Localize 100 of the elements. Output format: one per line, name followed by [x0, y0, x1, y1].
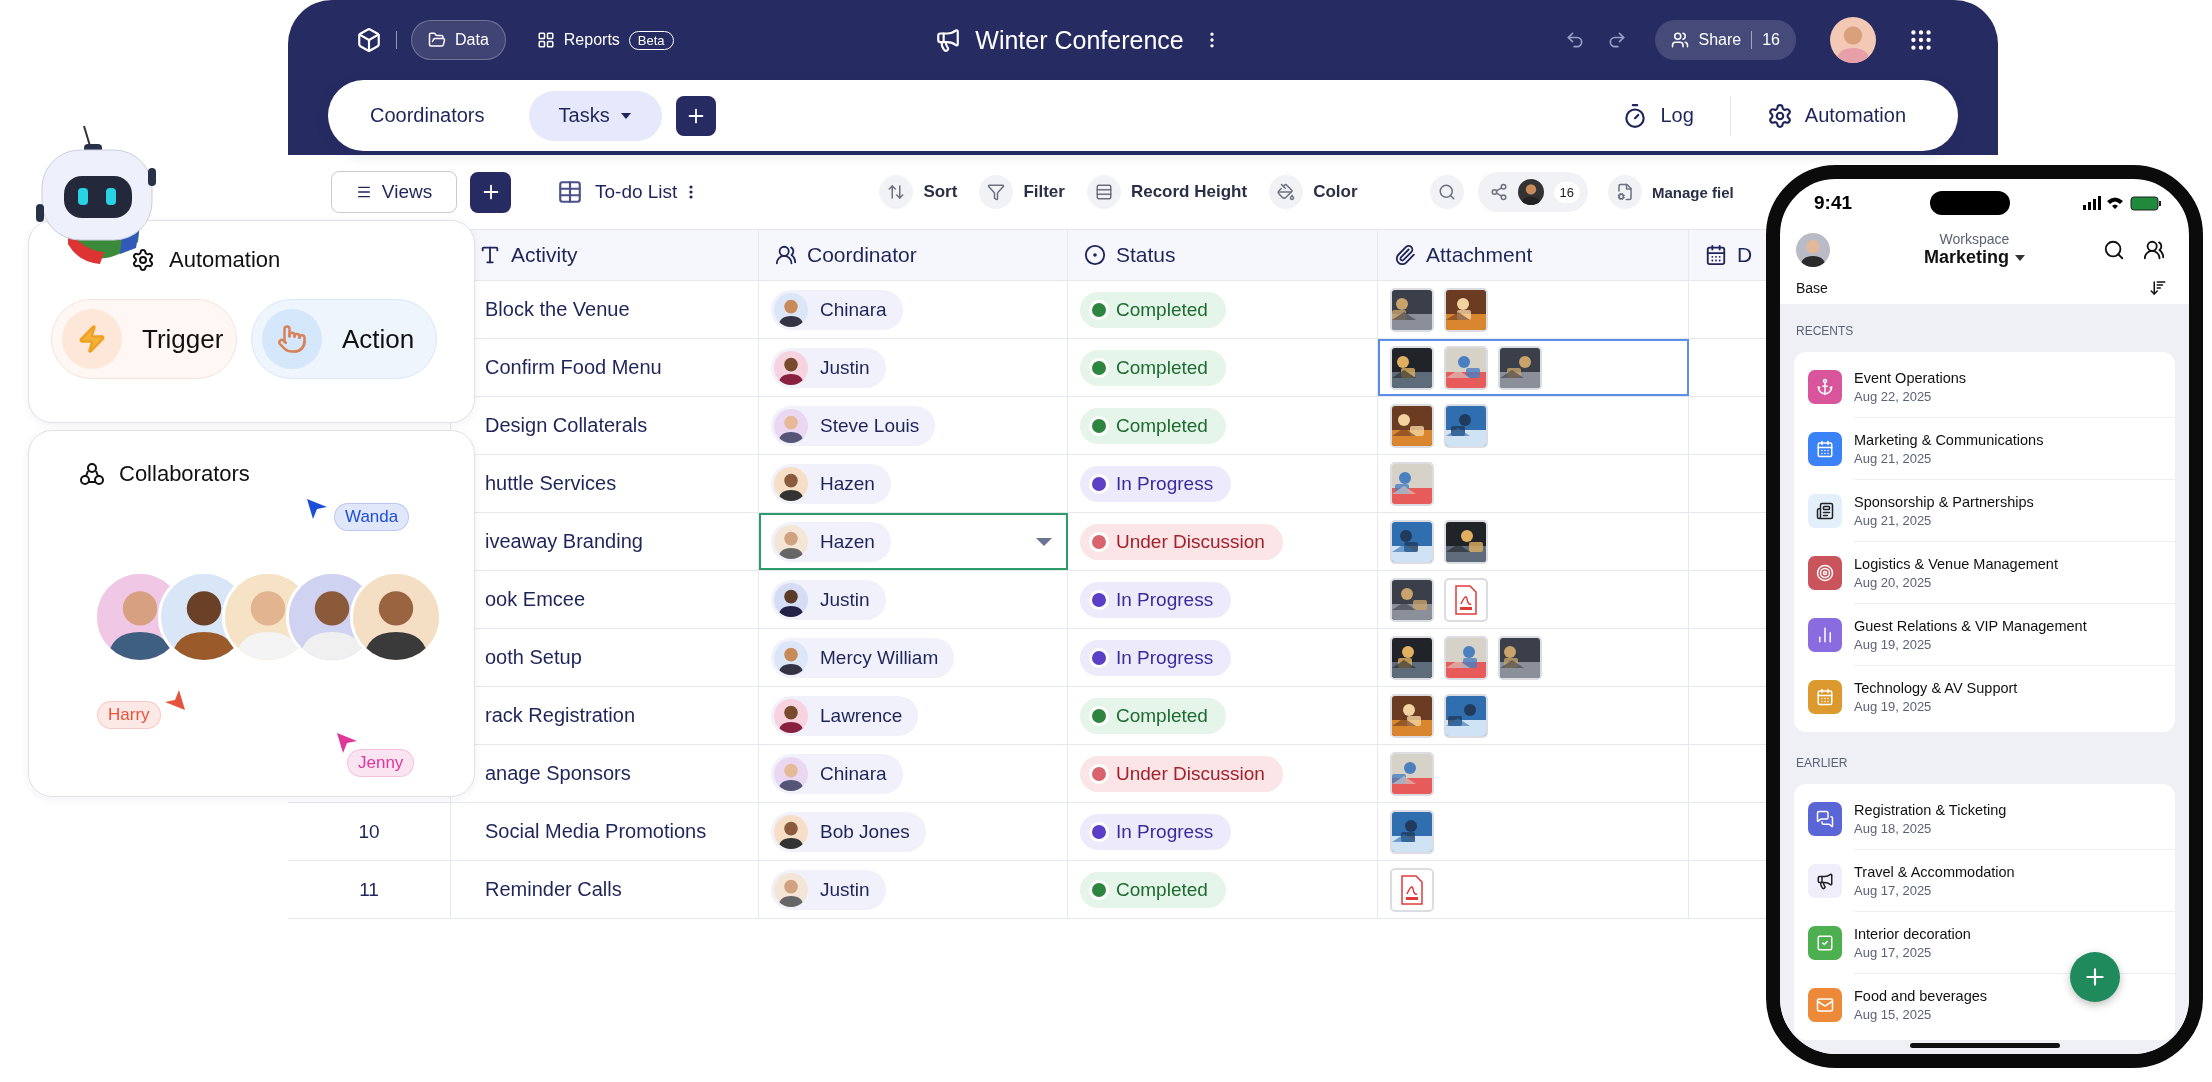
attachment-thumbnail[interactable]	[1444, 577, 1488, 622]
manage-fields-label[interactable]: Manage fiel	[1652, 183, 1734, 201]
attachment-thumbnail[interactable]	[1390, 461, 1434, 506]
base-date: Aug 15, 2025	[1854, 1007, 1933, 1022]
dropdown-caret-icon[interactable]	[1035, 536, 1053, 547]
table-cell: huttle Services	[485, 472, 617, 495]
table-cell: Reminder Calls	[485, 878, 622, 901]
column-header[interactable]: Attachment	[1426, 243, 1533, 267]
table-cell: anage Sponsors	[485, 762, 631, 785]
attachment-thumbnail[interactable]	[1390, 867, 1434, 912]
avatar	[1517, 179, 1544, 205]
cube-logo-icon	[356, 27, 382, 53]
avatar	[774, 872, 808, 907]
pdf-file-icon	[1454, 584, 1478, 615]
automation-button[interactable]: Automation	[1744, 102, 1928, 129]
attachment-thumbnail[interactable]	[1390, 519, 1434, 564]
manage-fields-icon[interactable]	[1608, 175, 1642, 209]
megaphone-icon	[935, 27, 962, 53]
base-name[interactable]: Technology & AV Support	[1854, 680, 2175, 696]
status-pill: In Progress	[1080, 581, 1232, 618]
workspace-label: Workspace	[1939, 231, 2010, 248]
table-cell: iveaway Branding	[485, 530, 643, 553]
collaborator-count: 16	[1553, 181, 1580, 203]
share-collaborators-button[interactable]: 16	[1477, 172, 1588, 212]
attachment-thumbnail[interactable]	[1390, 809, 1434, 854]
coordinator-chip: Mercy William	[771, 637, 955, 678]
table-cell: Confirm Food Menu	[485, 356, 662, 379]
paint-bucket-icon	[1269, 175, 1304, 209]
toolbar-button[interactable]: Color	[1269, 175, 1358, 209]
base-date: Aug 21, 2025	[1854, 450, 1933, 466]
add-tab-button[interactable]	[675, 95, 716, 136]
caret-icon	[619, 111, 632, 120]
attachment-thumbnail[interactable]	[1390, 403, 1434, 448]
attachment-thumbnail[interactable]	[1390, 693, 1434, 738]
base-name[interactable]: Food and beverages	[1854, 988, 2175, 1004]
rows-icon	[1086, 175, 1121, 209]
status-pill: In Progress	[1080, 639, 1232, 676]
column-header[interactable]: D	[1737, 243, 1753, 267]
coordinator-chip: Hazen	[771, 521, 891, 562]
workspace-selector[interactable]: Marketing	[1924, 247, 2025, 269]
log-button[interactable]: Log	[1600, 102, 1716, 129]
toolbar-button[interactable]: Record Height	[1086, 175, 1248, 209]
base-date: Aug 19, 2025	[1854, 699, 1933, 714]
table-cell: ook Emcee	[485, 588, 586, 611]
attachment-thumbnail[interactable]	[1390, 577, 1434, 622]
base-date: Aug 22, 2025	[1854, 388, 1933, 404]
view-selector[interactable]: To-do List	[551, 178, 700, 206]
table-cell: Design Collaterals	[485, 414, 648, 437]
base-name[interactable]: Event Operations	[1854, 369, 2175, 386]
base-name[interactable]: Interior decoration	[1854, 925, 2175, 942]
toolbar-button[interactable]: Filter	[979, 175, 1065, 209]
attachment-thumbnail[interactable]	[1444, 403, 1488, 448]
coordinator-chip: Chinara	[771, 289, 903, 330]
table-tab[interactable]: Coordinators	[340, 90, 515, 141]
table-cell: Social Media Promotions	[485, 820, 707, 843]
column-header[interactable]: Coordinator	[807, 243, 917, 267]
attachment-thumbnail[interactable]	[1444, 519, 1488, 564]
avatar	[774, 408, 808, 443]
column-header[interactable]: Status	[1116, 243, 1176, 267]
status-pill: Completed	[1080, 871, 1226, 908]
attachment-thumbnail[interactable]	[1390, 345, 1434, 390]
status-pill: Completed	[1080, 349, 1226, 386]
user-avatar[interactable]	[1796, 232, 1830, 267]
attachment-thumbnail[interactable]	[1390, 287, 1434, 332]
attachment-thumbnail[interactable]	[1444, 693, 1488, 738]
base-name[interactable]: Travel & Accommodation	[1854, 863, 2175, 880]
share-button[interactable]: Share 16	[1654, 20, 1796, 60]
card-title: Collaborators	[119, 461, 250, 487]
coordinator-chip: Justin	[771, 869, 886, 910]
base-name[interactable]: Guest Relations & VIP Management	[1854, 617, 2175, 634]
attachment-thumbnail[interactable]	[1444, 287, 1488, 332]
action-option[interactable]: Action	[251, 299, 437, 379]
views-button[interactable]: Views	[331, 171, 457, 213]
attachment-thumbnail[interactable]	[1498, 345, 1542, 390]
nav-tab[interactable]: Data	[411, 20, 506, 60]
toolbar-button[interactable]: Sort	[879, 175, 958, 209]
attachment-thumbnail[interactable]	[1444, 345, 1488, 390]
table-tab[interactable]: Tasks	[528, 90, 662, 141]
attachment-thumbnail[interactable]	[1444, 635, 1488, 680]
collaboration-icon	[79, 461, 105, 487]
cursor-name-tag: Wanda	[334, 503, 410, 531]
status-pill: In Progress	[1080, 813, 1232, 850]
column-header[interactable]: Activity	[511, 243, 578, 267]
base-name[interactable]: Registration & Ticketing	[1854, 801, 2175, 818]
status-pill: Under Discussion	[1080, 523, 1283, 560]
base-name[interactable]: Sponsorship & Partnerships	[1854, 493, 2175, 510]
add-view-button[interactable]	[470, 171, 511, 213]
attachment-thumbnail[interactable]	[1498, 635, 1542, 680]
base-name[interactable]: Marketing & Communications	[1854, 431, 2175, 448]
nav-tab[interactable]: Reports Beta	[519, 20, 691, 60]
attachment-thumbnail[interactable]	[1390, 635, 1434, 680]
user-avatar[interactable]	[1830, 17, 1876, 63]
trigger-option[interactable]: Trigger	[51, 299, 237, 379]
attachment-thumbnail[interactable]	[1390, 751, 1434, 796]
status-pill: Under Discussion	[1080, 755, 1283, 792]
status-pill: Completed	[1080, 407, 1226, 444]
people-icon	[775, 244, 797, 266]
avatar	[774, 640, 808, 675]
base-name[interactable]: Logistics & Venue Management	[1854, 555, 2175, 572]
section-label: Base	[1796, 280, 1828, 297]
